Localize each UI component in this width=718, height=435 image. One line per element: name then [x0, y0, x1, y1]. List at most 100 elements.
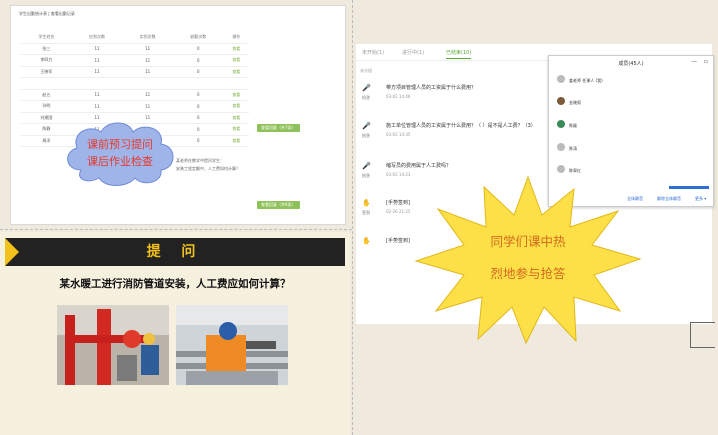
- table-cell: 11: [122, 89, 173, 101]
- tab-finished[interactable]: 已结束(10): [446, 49, 472, 59]
- table-cell: [172, 77, 224, 90]
- starburst-callout: 同学们课中热 烈地参与抢答: [414, 175, 642, 345]
- cloud-text-line: 课前预习提问: [87, 138, 153, 151]
- table-cell: 11: [122, 43, 173, 55]
- starburst-shape: [414, 175, 642, 345]
- mic-icon: 🎤: [362, 122, 371, 130]
- member-name: 陈涛: [569, 146, 577, 151]
- table-cell: 王晓军: [21, 66, 72, 78]
- mic-icon: 🎤: [362, 162, 371, 170]
- hand-icon: ✋: [362, 199, 371, 207]
- item-type: 签到: [362, 210, 370, 215]
- section-label: 未分组: [360, 68, 372, 73]
- frame-corner: [690, 322, 715, 348]
- view-replies-button[interactable]: 查看回复（共6条）: [257, 201, 300, 209]
- unmute-all-button[interactable]: 解除全体静音: [657, 196, 681, 202]
- hand-icon: ✋: [362, 237, 371, 245]
- item-type: 抢答: [362, 133, 370, 138]
- item-title: 施工单位管理人员的工资属于什么费用？（ ）是不是人工费？（3）: [386, 123, 536, 129]
- slide-question: 某水暖工进行消防管道安装，人工费应如何计算？: [59, 278, 291, 290]
- view-link[interactable]: [223, 77, 249, 90]
- column-header: 操作: [223, 32, 249, 44]
- view-link[interactable]: 查看: [223, 100, 249, 113]
- column-header: 应到次数: [71, 32, 123, 44]
- comment-line: 某老师在教学中提问学生：: [176, 158, 224, 163]
- vertical-divider: [352, 0, 354, 435]
- table-cell: 张三: [21, 43, 72, 55]
- column-header: 学生姓名: [21, 32, 72, 44]
- table-cell: 0: [172, 89, 224, 101]
- item-title: 带方项目管理人员的工资属于什么费用？: [386, 85, 477, 91]
- item-title: [手势签到]: [386, 238, 410, 244]
- table-cell: 11: [71, 100, 123, 113]
- table-cell: [21, 77, 72, 90]
- table-header-row: 学生姓名 应到次数 实到次数 缺勤次数 操作: [21, 32, 249, 44]
- member-name: 陈翠红: [569, 168, 581, 173]
- table-cell: 0: [172, 66, 224, 78]
- item-title: [手势签到]: [386, 200, 410, 206]
- table-cell: 11: [71, 89, 123, 101]
- table-row: 孙明 11 11 0 查看: [21, 100, 249, 113]
- table-cell: 11: [122, 100, 173, 113]
- more-button[interactable]: 更多 ▾: [695, 196, 706, 202]
- table-cell: 11: [122, 54, 173, 67]
- table-row: 李四方 11 11 0 查看: [21, 54, 249, 67]
- avatar: [557, 165, 565, 173]
- triangle-marker-icon: [5, 238, 19, 266]
- item-type: 抢答: [362, 173, 370, 178]
- cloud-callout: 课前预习提问 课后作业检查: [61, 118, 179, 188]
- close-icon[interactable]: ▫: [704, 58, 708, 65]
- avatar: [557, 143, 565, 151]
- view-link[interactable]: 查看: [223, 112, 249, 124]
- column-header: 缺勤次数: [172, 32, 224, 44]
- item-time: 03-02 14:23: [386, 172, 411, 177]
- question-slide: 提 问 某水暖工进行消防管道安装，人工费应如何计算？: [0, 232, 350, 435]
- item-time: 03-02 14:46: [386, 94, 411, 99]
- table-cell: 李四方: [21, 54, 72, 67]
- table-cell: [71, 77, 123, 90]
- table-row: 张三 11 11 0 查看: [21, 43, 249, 55]
- table-cell: 11: [71, 66, 123, 78]
- item-time: 03-02 14:35: [386, 132, 411, 137]
- comment-line: 安装工程定额中，人工费如何计算？: [176, 166, 240, 171]
- avatar: [557, 97, 565, 105]
- view-link[interactable]: 查看: [223, 54, 249, 67]
- starburst-text: 烈地参与抢答: [490, 266, 566, 281]
- item-type: 抢答: [362, 95, 370, 100]
- table-cell: [122, 77, 173, 90]
- table-row: [21, 77, 249, 90]
- worker-photo: [176, 305, 288, 385]
- cloud-text-line: 课后作业检查: [87, 155, 153, 168]
- table-cell: 11: [71, 43, 123, 55]
- table-cell: 0: [172, 112, 224, 124]
- view-link[interactable]: 查看: [223, 135, 249, 147]
- slide-title: 提 问: [146, 244, 204, 260]
- tab-in-progress[interactable]: 进行中(1): [402, 49, 424, 56]
- view-link[interactable]: 查看: [223, 89, 249, 101]
- item-time: 02-26 21:25: [386, 209, 411, 214]
- table-row: 赵五 11 11 0 查看: [21, 89, 249, 101]
- table-cell: 赵五: [21, 89, 72, 101]
- view-link[interactable]: 查看: [223, 123, 249, 136]
- member-name: 姜老师 任课人 (我): [569, 78, 603, 83]
- attendance-tabs[interactable]: 学生出勤统计表 | 查看出勤记录: [19, 11, 75, 17]
- item-title: 缩写员的费用属于人工费吗？: [386, 163, 452, 169]
- table-cell: 0: [172, 43, 224, 55]
- slide-title-bar: 提 问: [5, 238, 345, 266]
- member-name: 陈磊: [569, 123, 577, 128]
- minimize-icon[interactable]: —: [691, 58, 697, 65]
- view-link[interactable]: 查看: [223, 66, 249, 78]
- scrollbar[interactable]: [669, 186, 709, 189]
- tab-not-started[interactable]: 未开始(1): [362, 49, 384, 56]
- horizontal-divider: [0, 229, 352, 231]
- table-cell: 11: [122, 66, 173, 78]
- member-name: 金晓雨: [569, 100, 581, 105]
- table-cell: 0: [172, 123, 224, 136]
- table-cell: 0: [172, 100, 224, 113]
- avatar: [557, 120, 565, 128]
- view-link[interactable]: 查看: [223, 43, 249, 55]
- view-replies-button[interactable]: 查看回复（共7条）: [257, 124, 300, 132]
- table-cell: 孙明: [21, 100, 72, 113]
- attendance-panel: 学生出勤统计表 | 查看出勤记录 学生姓名 应到次数 实到次数 缺勤次数 操作 …: [10, 5, 346, 225]
- starburst-text: 同学们课中热: [490, 234, 566, 249]
